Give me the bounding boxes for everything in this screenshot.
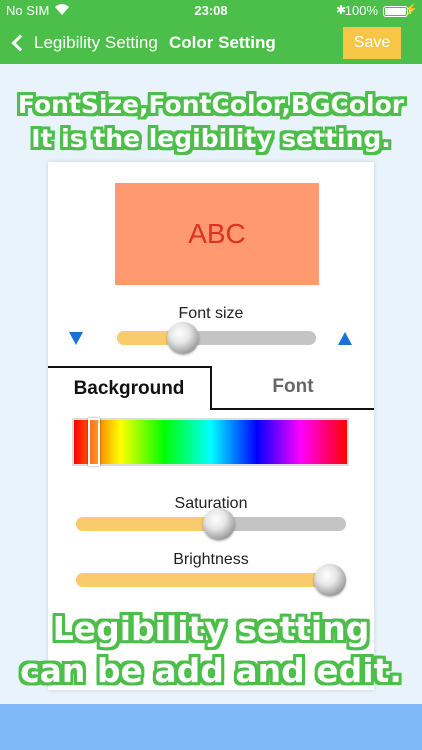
status-bar: No SIM 23:08 ✱ 100% ⚡ bbox=[0, 0, 422, 22]
font-size-decrease-icon[interactable] bbox=[69, 332, 83, 345]
preview-text: ABC bbox=[188, 218, 246, 249]
brightness-slider[interactable] bbox=[76, 564, 346, 596]
charging-icon: ⚡ bbox=[404, 4, 418, 16]
brightness-slider-fill bbox=[76, 573, 333, 587]
battery-percent: 100% bbox=[344, 3, 378, 18]
brightness-slider-knob[interactable] bbox=[314, 564, 346, 596]
font-size-slider-knob[interactable] bbox=[167, 322, 199, 354]
promo-caption-top-line2: It is the legibility setting. bbox=[31, 124, 391, 153]
saturation-slider[interactable] bbox=[76, 508, 346, 540]
tab-font[interactable]: Font bbox=[212, 366, 374, 410]
saturation-slider-fill bbox=[76, 517, 219, 531]
save-button[interactable]: Save bbox=[343, 27, 401, 59]
promo-caption-bottom-line1: Legibility setting bbox=[52, 609, 370, 648]
promo-caption-bottom: Legibility setting can be add and edit. bbox=[0, 608, 422, 692]
color-preview: ABC bbox=[115, 183, 319, 285]
promo-caption-bottom-line2: can be add and edit. bbox=[20, 651, 402, 690]
font-size-slider[interactable] bbox=[117, 322, 316, 354]
saturation-slider-knob[interactable] bbox=[203, 508, 235, 540]
font-size-increase-icon[interactable] bbox=[338, 332, 352, 345]
promo-caption-top: FontSize,FontColor,BGColor It is the leg… bbox=[0, 88, 422, 156]
tab-background[interactable]: Background bbox=[48, 366, 212, 410]
hue-picker[interactable] bbox=[72, 418, 349, 466]
back-button[interactable]: Legibility Setting bbox=[10, 30, 158, 56]
font-size-label: Font size bbox=[178, 305, 244, 322]
back-label: Legibility Setting bbox=[34, 33, 158, 52]
color-target-tabs: Background Font bbox=[48, 366, 374, 410]
nav-bar: Legibility Setting Color Setting Save bbox=[0, 22, 422, 64]
promo-caption-top-line1: FontSize,FontColor,BGColor bbox=[17, 90, 405, 119]
chevron-left-icon bbox=[11, 34, 29, 52]
hue-picker-handle[interactable] bbox=[88, 418, 100, 466]
page-title: Color Setting bbox=[169, 33, 276, 52]
bottom-band bbox=[0, 704, 422, 750]
